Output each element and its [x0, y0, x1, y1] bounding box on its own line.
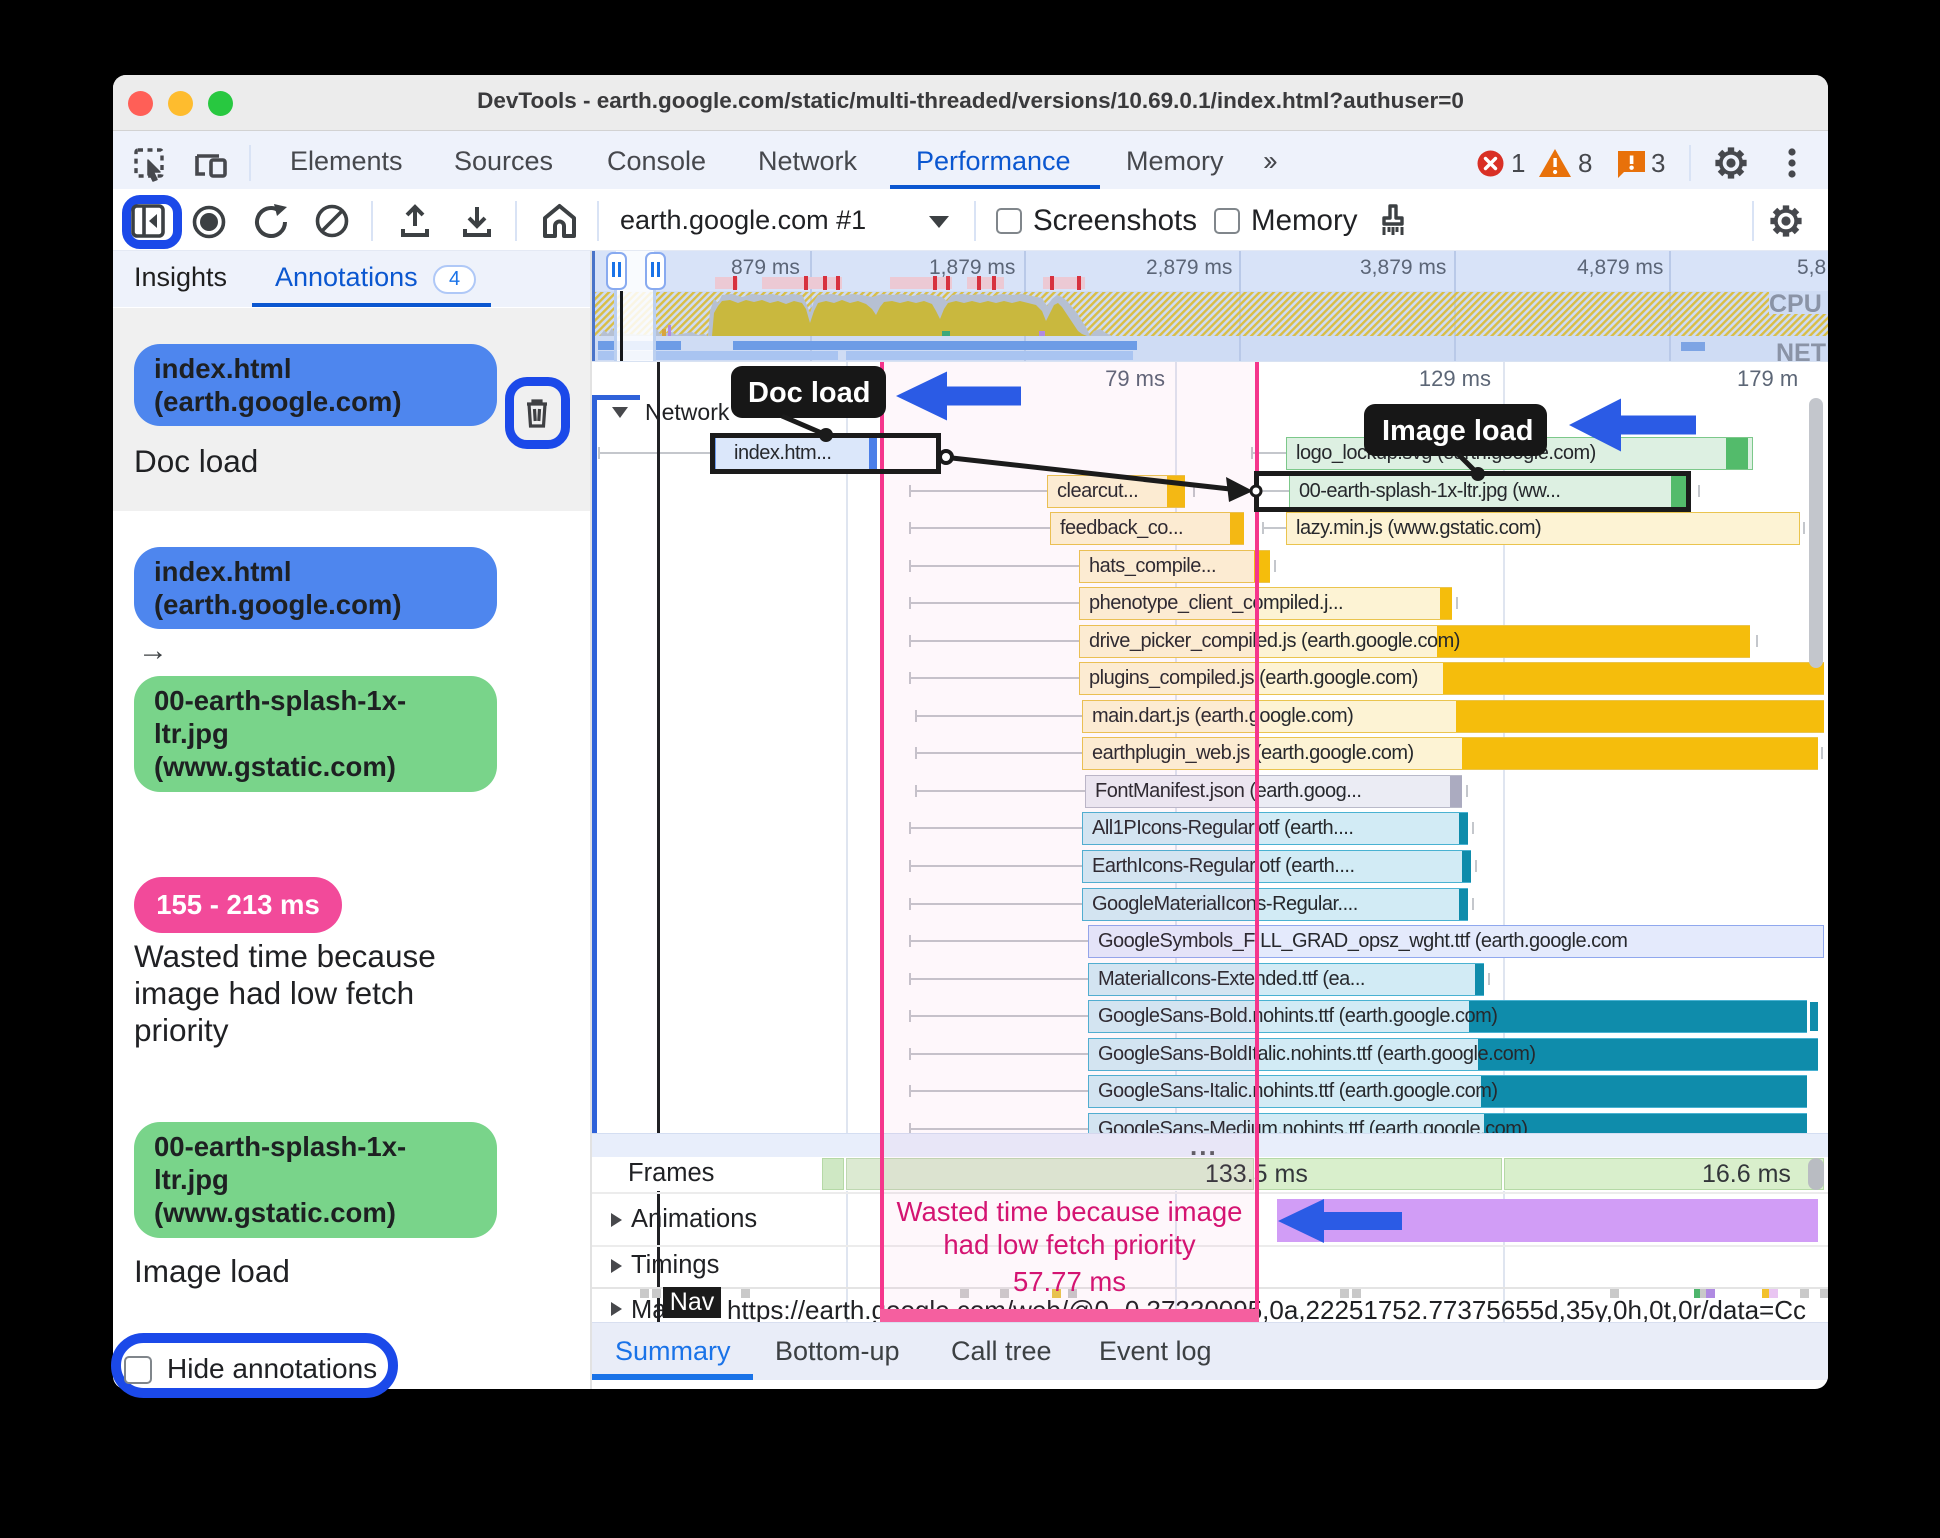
svg-text:Image load: Image load: [1382, 415, 1534, 447]
svg-text:Doc load: Doc load: [748, 377, 870, 409]
